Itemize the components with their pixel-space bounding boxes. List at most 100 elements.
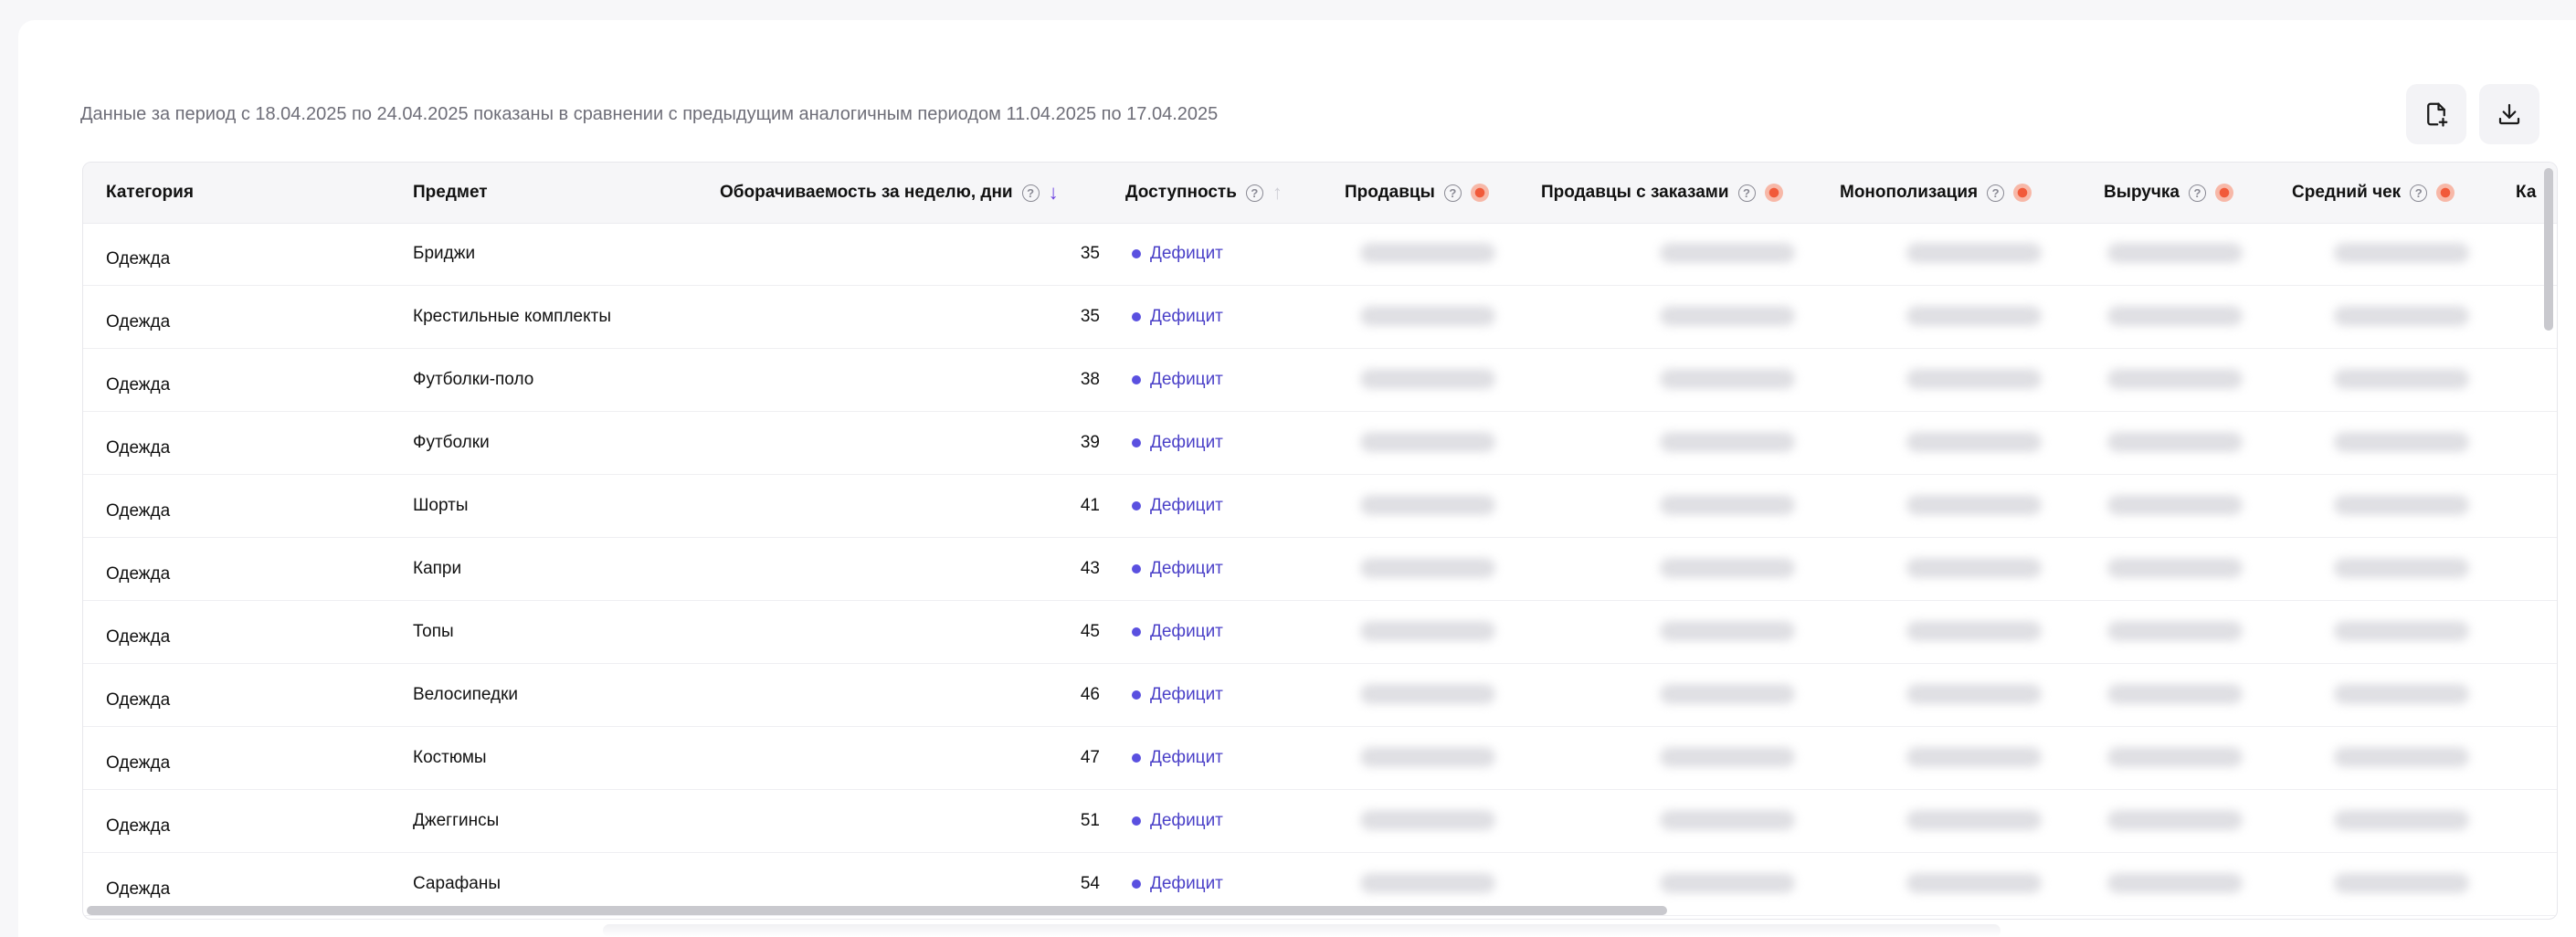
horizontal-scrollbar[interactable]: [87, 906, 1667, 915]
premium-lock-icon[interactable]: [2013, 184, 2032, 202]
blurred-premium-value[interactable]: [1360, 495, 1495, 515]
help-icon[interactable]: ?: [1987, 184, 2005, 202]
blurred-premium-value[interactable]: [2334, 621, 2469, 641]
blurred-premium-value[interactable]: [1660, 747, 1795, 767]
blurred-premium-value[interactable]: [1660, 306, 1795, 326]
blurred-premium-value[interactable]: [1906, 621, 2042, 641]
blurred-premium-value[interactable]: [2107, 306, 2243, 326]
blurred-premium-value[interactable]: [2334, 369, 2469, 389]
column-header-cut-off[interactable]: Ка: [2516, 163, 2536, 223]
blurred-premium-value[interactable]: [2334, 810, 2469, 830]
blurred-premium-value[interactable]: [2107, 810, 2243, 830]
sort-desc-icon[interactable]: ↓: [1049, 183, 1059, 203]
premium-lock-icon[interactable]: [2214, 184, 2233, 202]
blurred-premium-value[interactable]: [1906, 747, 2042, 767]
blurred-premium-value[interactable]: [1660, 873, 1795, 893]
column-header-monopolization[interactable]: Монополизация ?: [1840, 163, 2032, 223]
sort-asc-icon[interactable]: ↑: [1272, 183, 1283, 203]
blurred-premium-value[interactable]: [2107, 432, 2243, 452]
blurred-premium-value[interactable]: [1360, 621, 1495, 641]
help-icon[interactable]: ?: [1443, 184, 1462, 202]
blurred-premium-value[interactable]: [2107, 243, 2243, 263]
blurred-premium-value[interactable]: [1660, 810, 1795, 830]
blurred-premium-value[interactable]: [1906, 810, 2042, 830]
blurred-premium-value[interactable]: [2334, 684, 2469, 704]
blurred-premium-value[interactable]: [2334, 747, 2469, 767]
blurred-premium-value[interactable]: [1906, 495, 2042, 515]
table-row[interactable]: Одежда Шорты 41 Дефицит: [83, 475, 2557, 538]
status-dot: [1132, 312, 1141, 321]
blurred-premium-value[interactable]: [2107, 369, 2243, 389]
export-file-button[interactable]: [2406, 84, 2466, 144]
premium-lock-icon[interactable]: [1764, 184, 1783, 202]
column-header-label: Средний чек: [2292, 183, 2402, 202]
blurred-premium-value[interactable]: [1360, 558, 1495, 578]
column-header-turnover[interactable]: Оборачиваемость за неделю, дни ? ↓: [720, 163, 1059, 223]
column-header-avg-check[interactable]: Средний чек ?: [2292, 163, 2455, 223]
blurred-premium-value[interactable]: [1360, 747, 1495, 767]
column-header-revenue[interactable]: Выручка ?: [2104, 163, 2233, 223]
table-row[interactable]: Одежда Джеггинсы 51 Дефицит: [83, 790, 2557, 853]
table-row[interactable]: Одежда Топы 45 Дефицит: [83, 601, 2557, 664]
blurred-premium-value[interactable]: [1360, 873, 1495, 893]
table-row[interactable]: Одежда Костюмы 47 Дефицит: [83, 727, 2557, 790]
column-header-category[interactable]: Категория: [106, 163, 194, 223]
blurred-premium-value[interactable]: [1906, 306, 2042, 326]
blurred-premium-value[interactable]: [2334, 495, 2469, 515]
blurred-premium-value[interactable]: [1906, 369, 2042, 389]
blurred-premium-value[interactable]: [2334, 873, 2469, 893]
table-row[interactable]: Одежда Крестильные комплекты 35 Дефицит: [83, 286, 2557, 349]
help-icon[interactable]: ?: [1245, 184, 1263, 202]
blurred-premium-value[interactable]: [1906, 684, 2042, 704]
blurred-premium-value[interactable]: [1906, 243, 2042, 263]
blurred-premium-value[interactable]: [1660, 621, 1795, 641]
blurred-premium-value[interactable]: [1660, 558, 1795, 578]
blurred-premium-value[interactable]: [2334, 306, 2469, 326]
blurred-premium-value[interactable]: [1906, 558, 2042, 578]
premium-lock-icon[interactable]: [2436, 184, 2455, 202]
blurred-premium-value[interactable]: [1660, 369, 1795, 389]
column-header-availability[interactable]: Доступность ? ↑: [1125, 163, 1283, 223]
table-row[interactable]: Одежда Капри 43 Дефицит: [83, 538, 2557, 601]
blurred-premium-value[interactable]: [2107, 495, 2243, 515]
cell-category: Одежда: [106, 753, 171, 773]
blurred-premium-value[interactable]: [1360, 810, 1495, 830]
blurred-premium-value[interactable]: [1360, 369, 1495, 389]
help-icon[interactable]: ?: [1021, 184, 1040, 202]
blurred-premium-value[interactable]: [1906, 873, 2042, 893]
table-row[interactable]: Одежда Футболки 39 Дефицит: [83, 412, 2557, 475]
cell-turnover: 35: [1080, 244, 1100, 263]
column-header-sellers-with-orders[interactable]: Продавцы с заказами ?: [1541, 163, 1783, 223]
blurred-premium-value[interactable]: [2107, 873, 2243, 893]
help-icon[interactable]: ?: [2188, 184, 2206, 202]
help-icon[interactable]: ?: [2410, 184, 2428, 202]
table-row[interactable]: Одежда Бриджи 35 Дефицит: [83, 223, 2557, 286]
blurred-premium-value[interactable]: [1660, 495, 1795, 515]
blurred-premium-value[interactable]: [2107, 558, 2243, 578]
table-row[interactable]: Одежда Футболки-поло 38 Дефицит: [83, 349, 2557, 412]
download-button[interactable]: [2479, 84, 2539, 144]
blurred-premium-value[interactable]: [1906, 432, 2042, 452]
column-header-subject[interactable]: Предмет: [413, 163, 488, 223]
blurred-premium-value[interactable]: [1360, 306, 1495, 326]
column-header-sellers[interactable]: Продавцы ?: [1345, 163, 1489, 223]
blurred-premium-value[interactable]: [1660, 243, 1795, 263]
blurred-premium-value[interactable]: [2107, 747, 2243, 767]
blurred-premium-value[interactable]: [2334, 432, 2469, 452]
blurred-premium-value[interactable]: [2334, 243, 2469, 263]
blurred-premium-value[interactable]: [1360, 684, 1495, 704]
blurred-premium-value[interactable]: [2334, 558, 2469, 578]
blurred-premium-value[interactable]: [1660, 684, 1795, 704]
blurred-premium-value[interactable]: [1660, 432, 1795, 452]
blurred-premium-value[interactable]: [2107, 621, 2243, 641]
availability-label: Дефицит: [1150, 622, 1223, 641]
help-icon[interactable]: ?: [1737, 184, 1756, 202]
cell-turnover: 39: [1080, 433, 1100, 452]
blurred-premium-value[interactable]: [2107, 684, 2243, 704]
blurred-premium-value[interactable]: [1360, 243, 1495, 263]
status-dot: [1132, 753, 1141, 763]
table-row[interactable]: Одежда Велосипедки 46 Дефицит: [83, 664, 2557, 727]
blurred-premium-value[interactable]: [1360, 432, 1495, 452]
premium-lock-icon[interactable]: [1470, 184, 1489, 202]
vertical-scrollbar[interactable]: [2544, 168, 2553, 331]
